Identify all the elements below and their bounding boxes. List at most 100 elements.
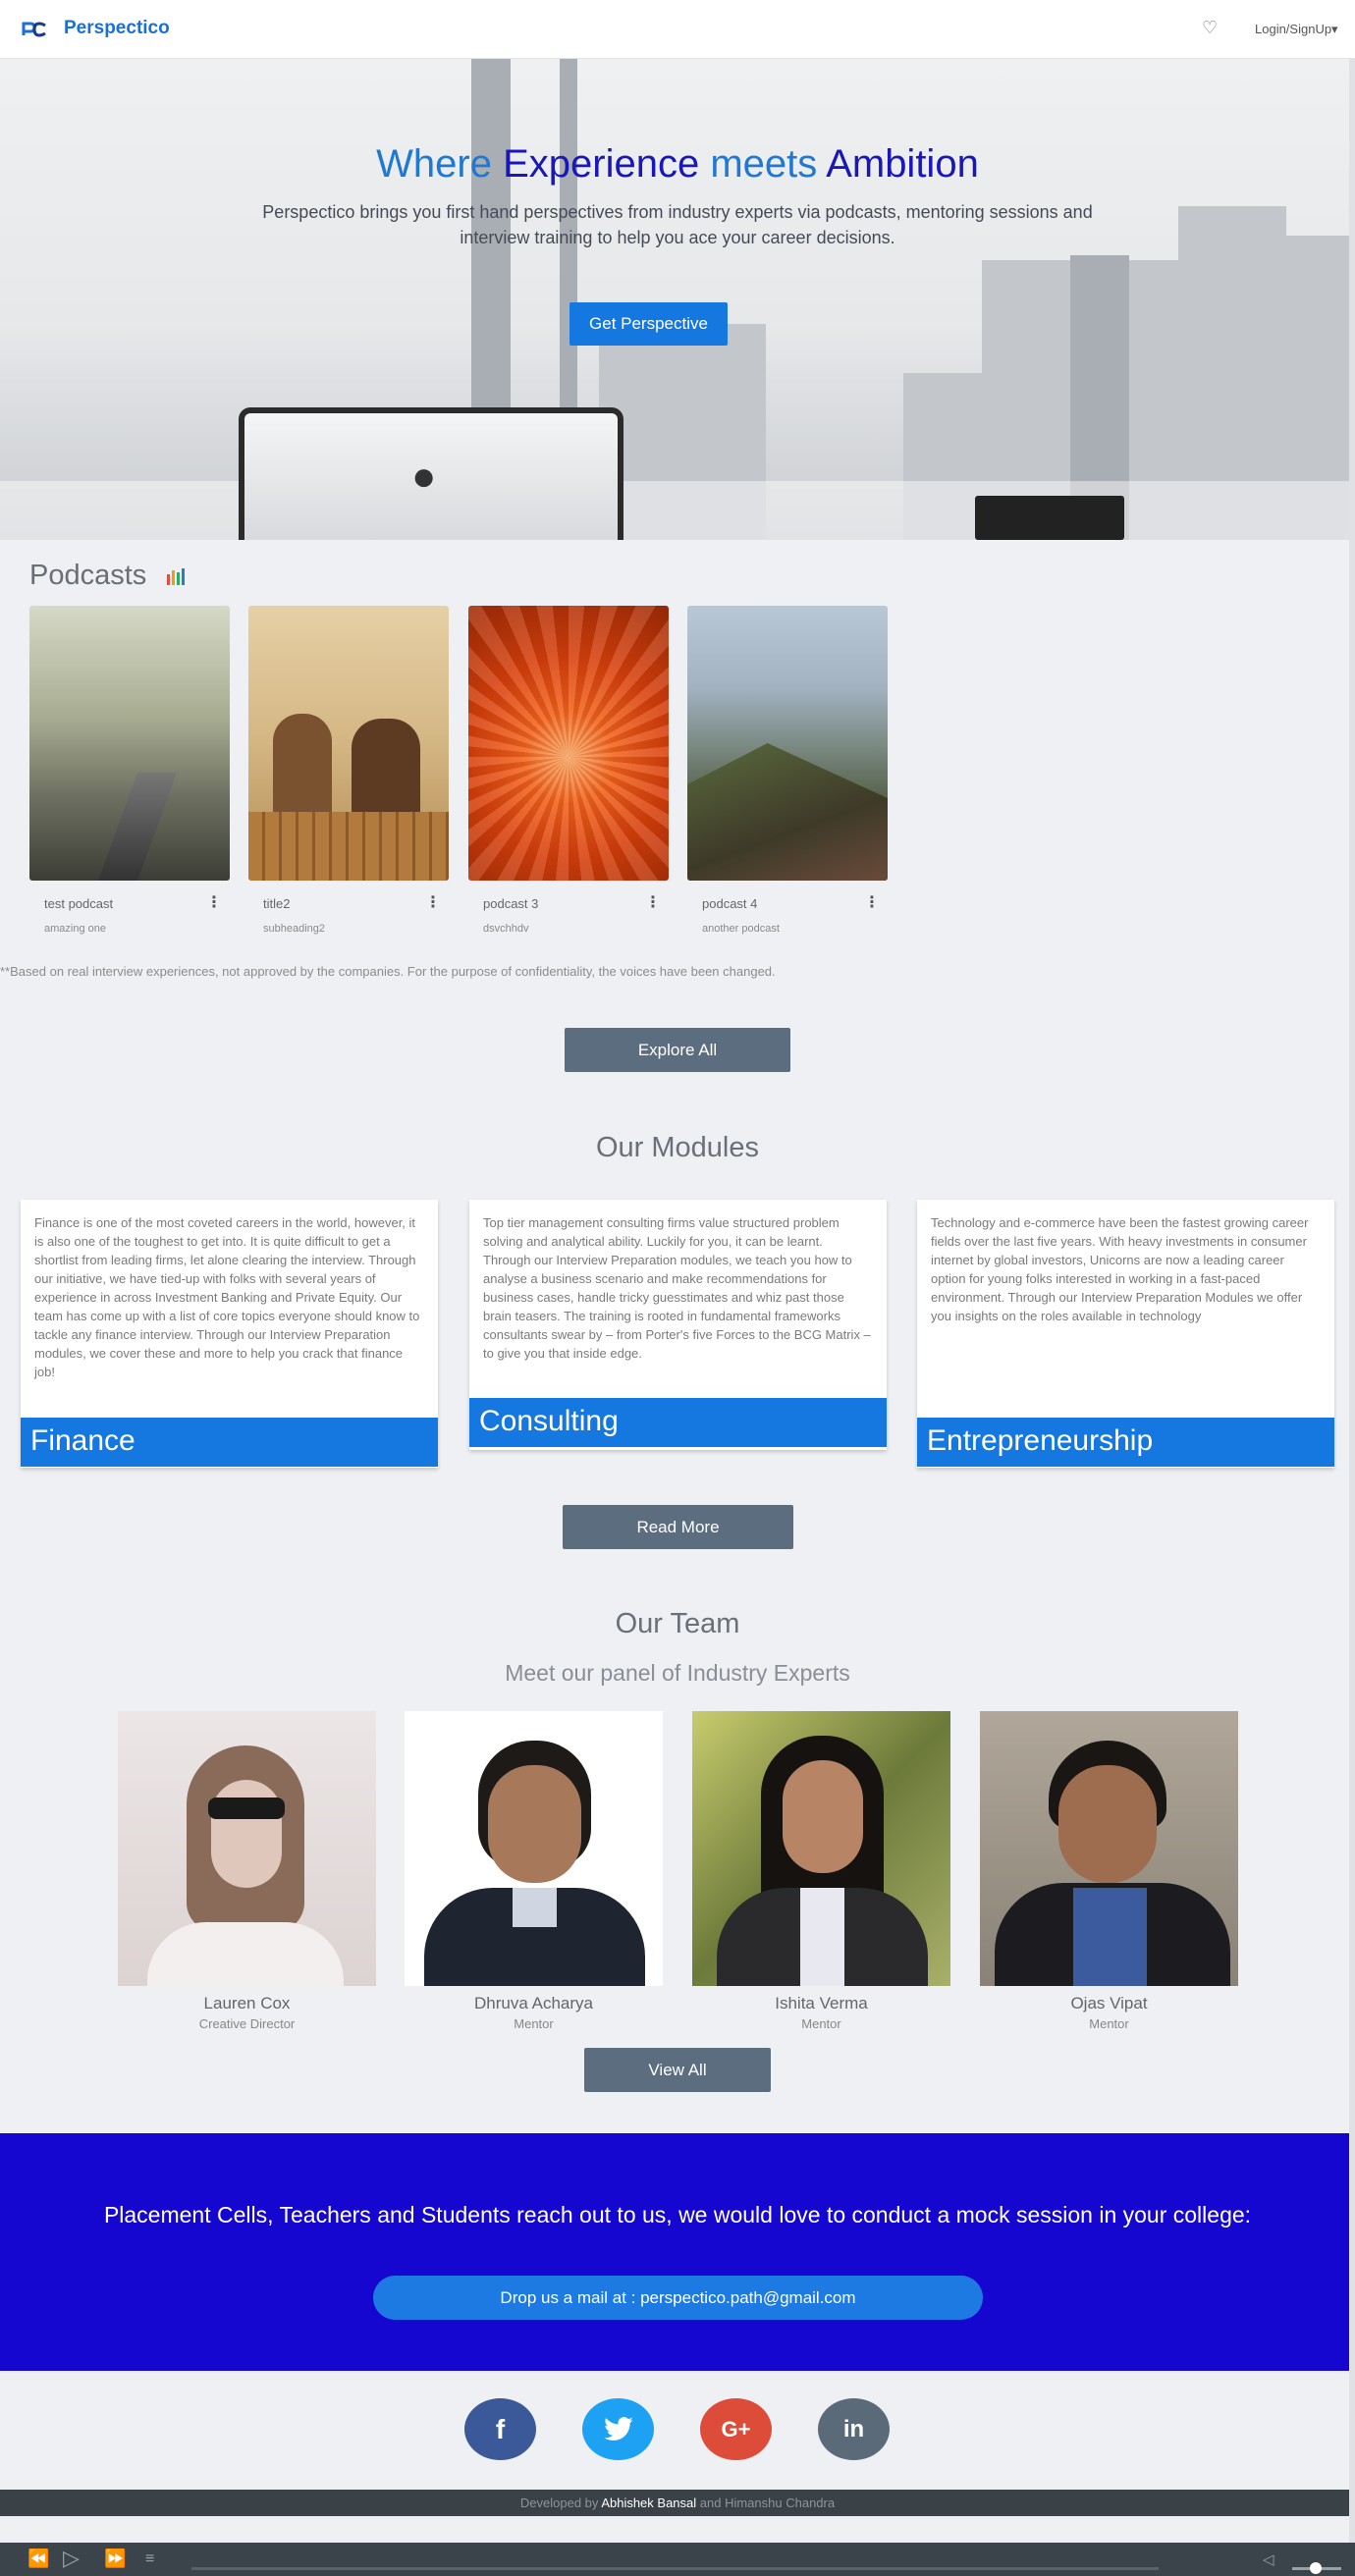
modules-heading: Our Modules — [595, 1132, 759, 1163]
twitter-bird-icon — [603, 2416, 633, 2441]
podcast-cover-image[interactable] — [687, 606, 888, 881]
collar — [513, 1888, 557, 1927]
member-photo[interactable] — [980, 1711, 1238, 1986]
team-member-card[interactable]: Dhruva Acharya Mentor — [405, 1711, 663, 2031]
fast-forward-icon[interactable]: ⏩ — [104, 2549, 126, 2569]
volume-knob[interactable] — [1310, 2562, 1322, 2574]
team-member-card[interactable]: Ishita Verma Mentor — [692, 1711, 950, 2031]
footer-prefix: Developed by — [519, 2496, 602, 2510]
audio-player-bar: ⏪ ▷ ⏩ ≡ ◁ — [0, 2543, 1355, 2576]
face — [1058, 1765, 1157, 1883]
shirt — [800, 1888, 844, 1986]
more-options-icon[interactable]: ⋮ — [864, 892, 880, 912]
twitter-icon[interactable] — [582, 2398, 654, 2460]
college-outreach-banner: Placement Cells, Teachers and Students r… — [0, 2133, 1355, 2371]
play-icon[interactable]: ▷ — [63, 2546, 80, 2571]
linkedin-icon[interactable]: in — [818, 2398, 890, 2460]
member-photo[interactable] — [118, 1711, 376, 1986]
facebook-icon[interactable]: f — [464, 2398, 536, 2460]
view-all-button[interactable]: View All — [584, 2048, 771, 2092]
podcast-cover-image[interactable] — [468, 606, 669, 881]
laptop — [975, 496, 1124, 540]
face — [783, 1760, 863, 1873]
podcast-card[interactable]: podcast 4 ⋮ another podcast — [687, 606, 888, 935]
member-role: Mentor — [514, 2016, 554, 2031]
person-silhouette — [273, 714, 332, 822]
flower-petals — [468, 606, 669, 881]
module-description: Finance is one of the most coveted caree… — [34, 1215, 420, 1379]
module-title[interactable]: Finance — [21, 1418, 438, 1467]
developer-link[interactable]: Abhishek Bansal — [601, 2496, 696, 2510]
face — [488, 1765, 581, 1883]
hero-banner: ● Where Experience meets Ambition Perspe… — [0, 59, 1355, 540]
member-name: Lauren Cox — [203, 1994, 291, 2012]
login-signup-dropdown[interactable]: Login/SignUp▾ — [1255, 22, 1338, 37]
member-photo[interactable] — [692, 1711, 950, 1986]
podcast-cover-image[interactable] — [248, 606, 449, 881]
member-photo[interactable] — [405, 1711, 663, 1986]
podcast-card[interactable]: podcast 3 ⋮ dsvchhdv — [468, 606, 669, 935]
module-card-consulting[interactable]: Top tier management consulting firms val… — [469, 1200, 887, 1450]
module-title[interactable]: Entrepreneurship — [917, 1418, 1334, 1467]
explore-all-button[interactable]: Explore All — [565, 1028, 790, 1072]
podcast-subtitle: amazing one — [44, 923, 106, 935]
team-heading: Our Team — [615, 1608, 740, 1639]
haze — [0, 481, 1355, 540]
podcast-title: podcast 4 — [702, 896, 758, 911]
podcast-title: title2 — [263, 896, 291, 911]
footer-credits: Developed by Abhishek Bansal and Himansh… — [0, 2490, 1355, 2516]
heart-icon[interactable]: ♡ — [1202, 18, 1218, 38]
volume-icon[interactable]: ◁ — [1263, 2550, 1274, 2568]
get-perspective-button[interactable]: Get Perspective — [569, 302, 728, 346]
mountain-ridge — [687, 743, 888, 881]
module-title[interactable]: Consulting — [469, 1398, 887, 1447]
hero-title-part: meets — [699, 142, 827, 186]
hero-title-part: Where — [376, 142, 504, 186]
google-plus-icon[interactable]: G+ — [700, 2398, 772, 2460]
bench — [248, 812, 449, 881]
hero-title-part: Experience — [503, 142, 700, 186]
module-card-finance[interactable]: Finance is one of the most coveted caree… — [21, 1200, 438, 1468]
member-name: Dhruva Acharya — [474, 1994, 593, 2012]
hero-title: Where Experience meets Ambition — [0, 142, 1355, 187]
rewind-icon[interactable]: ⏪ — [27, 2549, 49, 2569]
person-silhouette — [352, 719, 420, 822]
podcast-disclaimer: **Based on real interview experiences, n… — [0, 964, 776, 979]
member-name: Ishita Verma — [775, 1994, 868, 2012]
more-options-icon[interactable]: ⋮ — [645, 892, 661, 912]
railway-track — [97, 773, 178, 881]
podcast-cover-image[interactable] — [29, 606, 230, 881]
progress-track[interactable] — [191, 2567, 1159, 2570]
member-role: Creative Director — [198, 2016, 296, 2031]
shirt — [1073, 1888, 1147, 1986]
team-member-card[interactable]: Ojas Vipat Mentor — [980, 1711, 1238, 2031]
module-card-entrepreneurship[interactable]: Technology and e-commerce have been the … — [917, 1200, 1334, 1468]
playlist-icon[interactable]: ≡ — [145, 2550, 154, 2568]
podcast-subtitle: subheading2 — [263, 923, 326, 935]
developer-link[interactable]: Himanshu Chandra — [725, 2496, 835, 2510]
read-more-button[interactable]: Read More — [563, 1505, 793, 1549]
podcast-card[interactable]: title2 ⋮ subheading2 — [248, 606, 449, 935]
podcast-title: test podcast — [44, 896, 114, 911]
team-member-card[interactable]: Lauren Cox Creative Director — [118, 1711, 376, 2031]
outreach-text: Placement Cells, Teachers and Students r… — [103, 2202, 1252, 2227]
hero-title-part: Ambition — [826, 142, 979, 186]
email-us-button[interactable]: Drop us a mail at : perspectico.path@gma… — [373, 2276, 983, 2320]
more-options-icon[interactable]: ⋮ — [206, 892, 222, 912]
member-role: Mentor — [1089, 2016, 1129, 2031]
module-description: Technology and e-commerce have been the … — [931, 1215, 1309, 1323]
podcast-subtitle: another podcast — [702, 923, 780, 935]
team-subheading: Meet our panel of Industry Experts — [505, 1660, 850, 1686]
member-name: Ojas Vipat — [1070, 1994, 1148, 2012]
podcasts-heading: Podcasts — [29, 560, 147, 591]
page-scrollbar[interactable] — [1349, 59, 1355, 2543]
top-navbar: Perspectico ♡ Login/SignUp▾ — [0, 0, 1355, 59]
more-options-icon[interactable]: ⋮ — [425, 892, 441, 912]
brand-name[interactable]: Perspectico — [64, 18, 170, 39]
member-role: Mentor — [801, 2016, 841, 2031]
module-description: Top tier management consulting firms val… — [483, 1215, 871, 1361]
podcast-card[interactable]: test podcast ⋮ amazing one — [29, 606, 230, 935]
perspectico-logo-icon[interactable] — [22, 20, 47, 39]
sunglasses — [208, 1798, 285, 1819]
shirt — [147, 1922, 344, 1986]
